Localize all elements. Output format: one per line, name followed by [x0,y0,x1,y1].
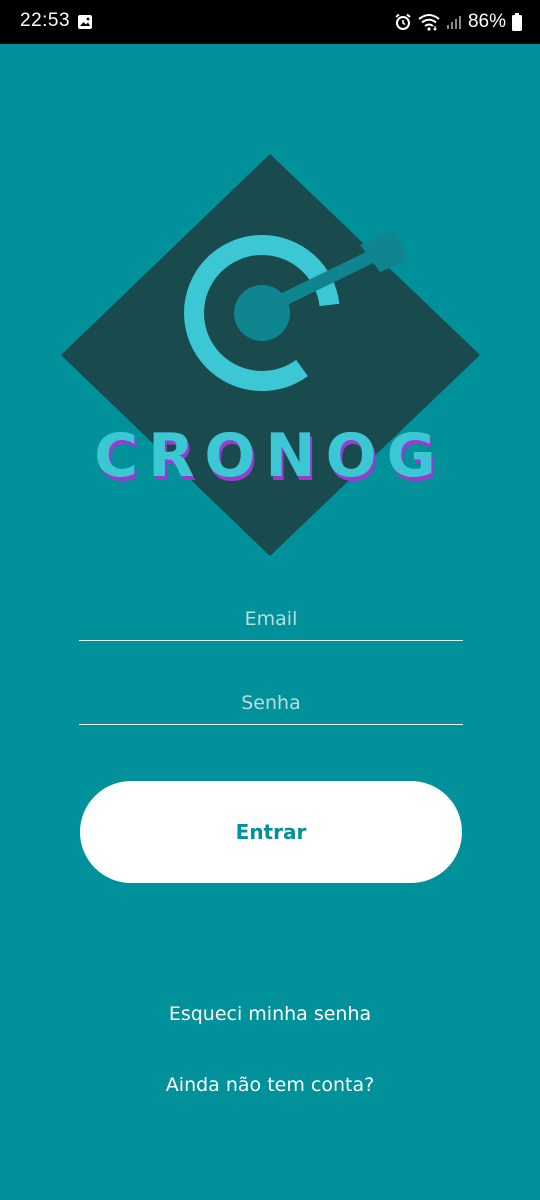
status-bar: 22:53 86% [0,0,540,44]
signup-link[interactable]: Ainda não tem conta? [0,1074,540,1096]
logo-text: CRONOG [94,421,446,491]
alarm-icon [395,13,411,30]
signal-icon [446,16,461,29]
cronog-logo: CRONOG CRONOG [61,154,480,556]
status-icons: 86% [394,0,522,44]
status-time: 22:53 [20,10,71,31]
password-input[interactable] [79,681,463,725]
battery-icon [512,13,522,31]
email-input[interactable] [79,597,463,641]
logo-diamond [61,154,480,556]
login-button[interactable]: Entrar [80,781,462,883]
image-icon [78,15,92,29]
wifi-icon [418,14,440,31]
battery-percent: 86% [467,11,506,32]
forgot-password-link[interactable]: Esqueci minha senha [0,1003,540,1025]
